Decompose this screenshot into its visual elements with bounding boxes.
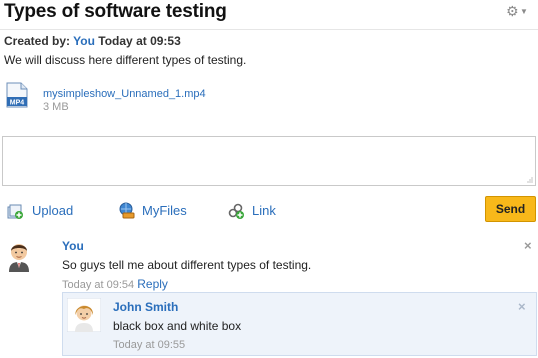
attachment-file-name[interactable]: mysimpleshow_Unnamed_1.mp4 xyxy=(43,88,206,100)
comment-time: Today at 09:54 xyxy=(62,279,135,291)
myfiles-label: MyFiles xyxy=(142,203,187,218)
avatar xyxy=(67,298,101,332)
page-title: Types of software testing xyxy=(4,1,227,22)
post-meta: Created by: You Today at 09:53 xyxy=(4,34,181,48)
reply-link[interactable]: Reply xyxy=(137,277,168,291)
comment-input[interactable] xyxy=(2,136,536,186)
post-timestamp: Today at 09:53 xyxy=(98,34,181,48)
reply-text: black box and white box xyxy=(113,319,242,333)
link-label: Link xyxy=(252,203,276,218)
link-icon xyxy=(228,203,244,219)
file-type-label: MP4 xyxy=(10,100,25,107)
post-author-link[interactable]: You xyxy=(73,34,95,48)
upload-button[interactable]: Upload xyxy=(6,202,76,220)
attachment-file-size: 3 MB xyxy=(43,101,69,113)
myfiles-icon xyxy=(119,202,135,219)
close-icon[interactable]: × xyxy=(524,238,532,253)
title-bar: Types of software testing ⚙ ▼ xyxy=(0,0,538,30)
avatar xyxy=(2,238,36,272)
comment-meta: Today at 09:54 Reply xyxy=(62,277,168,291)
post-description: We will discuss here different types of … xyxy=(4,53,247,67)
gear-icon: ⚙ xyxy=(506,3,519,19)
comment-author[interactable]: You xyxy=(62,239,84,253)
myfiles-button[interactable]: MyFiles xyxy=(118,202,198,220)
reply-time: Today at 09:55 xyxy=(113,339,186,351)
mp4-file-icon[interactable]: MP4 xyxy=(6,82,28,108)
comment-text: So guys tell me about different types of… xyxy=(62,258,312,272)
link-button[interactable]: Link xyxy=(227,202,287,220)
upload-icon xyxy=(7,204,23,219)
reply-author[interactable]: John Smith xyxy=(113,300,178,314)
created-by-label: Created by: xyxy=(4,34,71,48)
chevron-down-icon: ▼ xyxy=(520,7,528,16)
upload-label: Upload xyxy=(32,203,74,218)
resize-handle-icon[interactable] xyxy=(526,176,533,183)
close-icon[interactable]: × xyxy=(518,299,526,314)
settings-menu-button[interactable]: ⚙ ▼ xyxy=(506,3,530,19)
send-button[interactable]: Send xyxy=(485,196,536,222)
